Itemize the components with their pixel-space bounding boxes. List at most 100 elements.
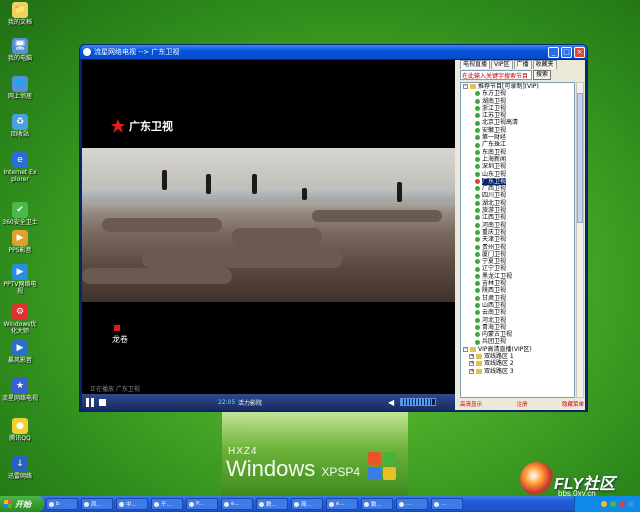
desktop-icon[interactable]: ✔ 360安全卫士	[2, 202, 38, 226]
tray-icon[interactable]	[628, 501, 634, 507]
register-link[interactable]: 注册	[516, 400, 527, 409]
volume-slider[interactable]	[400, 398, 436, 406]
desktop-icon[interactable]: ▶ PPTV网络电视	[2, 264, 38, 295]
maximize-button[interactable]: □	[561, 46, 572, 58]
taskbar-button[interactable]: e...	[326, 498, 358, 510]
channel-group[interactable]: + 双线路区 2	[461, 360, 574, 367]
desktop-icon[interactable]: ★ 流星网络电视	[2, 378, 38, 402]
taskbar-button[interactable]: 风...	[81, 498, 113, 510]
scrollbar-thumb[interactable]	[577, 93, 583, 223]
taskbar-button[interactable]: b	[46, 498, 78, 510]
tree-toggle-icon[interactable]: +	[469, 354, 474, 360]
channel-group[interactable]: - 推荐节目[可录制](VIP)	[461, 83, 574, 90]
panel-tab[interactable]: 收藏夹	[532, 60, 557, 69]
channel-item[interactable]: 湖南卫视	[461, 98, 574, 105]
channel-item[interactable]: 东方卫视	[461, 90, 574, 97]
desktop-icon[interactable]: ⚙ Windows优化大师	[2, 304, 38, 335]
taskbar-button[interactable]: 中...	[116, 498, 148, 510]
taskbar-button[interactable]: 数...	[256, 498, 288, 510]
channel-item[interactable]: 上海新闻	[461, 156, 574, 163]
taskbar-button[interactable]: 数...	[361, 498, 393, 510]
channel-item[interactable]: 重庆卫视	[461, 229, 574, 236]
channel-item[interactable]: 兵团卫视	[461, 338, 574, 345]
channel-item[interactable]: 深圳卫视	[461, 163, 574, 170]
tree-toggle-icon[interactable]: -	[463, 84, 468, 90]
channel-search-input[interactable]	[460, 70, 532, 80]
channel-item[interactable]: 广东珠江	[461, 141, 574, 148]
channel-group[interactable]: - VIP高清直播(VIP区)	[461, 346, 574, 353]
channel-tree-scrollbar[interactable]	[576, 82, 584, 398]
channel-item[interactable]: 云南卫视	[461, 309, 574, 316]
video-area[interactable]: 广东卫视 龙卷 正在播放 广东卫视	[82, 60, 455, 394]
minimize-button[interactable]: _	[548, 46, 559, 58]
desktop-app-icon: ★	[12, 378, 28, 394]
taskbar-button[interactable]: 简...	[291, 498, 323, 510]
desktop-icon[interactable]: 📁 我的文档	[2, 2, 38, 26]
desktop-icon[interactable]: e Internet Explorer	[2, 152, 38, 183]
taskbar-button[interactable]: e...	[221, 498, 253, 510]
channel-icon	[475, 295, 480, 301]
panel-tab[interactable]: 电视直播	[460, 60, 491, 69]
taskbar-button[interactable]: 千...	[151, 498, 183, 510]
desktop-icon[interactable]: ● 腾讯QQ	[2, 418, 38, 442]
channel-item[interactable]: 山西卫视	[461, 302, 574, 309]
channel-item[interactable]: 河南卫视	[461, 222, 574, 229]
tree-toggle-icon[interactable]: +	[469, 361, 474, 367]
channel-item[interactable]: 吉林卫视	[461, 280, 574, 287]
panel-tab[interactable]: 广播	[513, 60, 532, 69]
desktop-icon[interactable]: 🖥 我的电脑	[2, 38, 38, 62]
channel-group[interactable]: + 双线路区 3	[461, 368, 574, 375]
hide-menu-link[interactable]: 隐藏菜单	[562, 400, 584, 409]
channel-item[interactable]: 北京卫视高清	[461, 119, 574, 126]
channel-item[interactable]: 广西卫视	[461, 185, 574, 192]
tray-icon[interactable]	[610, 501, 616, 507]
hd-display-link[interactable]: 高清显示	[460, 400, 482, 409]
channel-item[interactable]: 宁夏卫视	[461, 258, 574, 265]
desktop-icon-label: 我的电脑	[7, 55, 32, 62]
channel-item[interactable]: 陕西卫视	[461, 287, 574, 294]
start-button[interactable]: 开始	[0, 496, 44, 512]
close-button[interactable]: ×	[574, 46, 585, 58]
channel-item[interactable]: 河北卫视	[461, 317, 574, 324]
taskbar-button[interactable]: ...	[431, 498, 463, 510]
search-button[interactable]: 搜索	[533, 70, 552, 80]
channel-item[interactable]: 内蒙古卫视	[461, 331, 574, 338]
channel-item[interactable]: 江西卫视	[461, 214, 574, 221]
channel-item[interactable]: 安徽卫视	[461, 127, 574, 134]
desktop-icon[interactable]: ♻ 回收站	[2, 114, 38, 138]
desktop-icon[interactable]: ▶ PPS影音	[2, 230, 38, 254]
channel-item[interactable]: 天津卫视	[461, 236, 574, 243]
tree-toggle-icon[interactable]: +	[469, 368, 474, 374]
taskbar-button[interactable]: P...	[186, 498, 218, 510]
desktop-icon-label: 迅雷网络	[7, 473, 32, 480]
channel-item[interactable]: 旅游卫视	[461, 207, 574, 214]
window-titlebar[interactable]: 流星网络电视 --> 广东卫视 _ □ ×	[80, 45, 587, 59]
desktop-icon[interactable]: ▶ 暴风影音	[2, 340, 38, 364]
volume-icon[interactable]: ◀	[388, 398, 394, 407]
pause-button[interactable]	[86, 397, 95, 407]
channel-item[interactable]: 山东卫视	[461, 171, 574, 178]
channel-item[interactable]: 浙江卫视	[461, 105, 574, 112]
channel-item[interactable]: 四川卫视	[461, 192, 574, 199]
channel-item[interactable]: 广东卫视	[461, 177, 574, 186]
tray-icon[interactable]	[601, 501, 607, 507]
channel-item[interactable]: 厦门卫视	[461, 251, 574, 258]
channel-item[interactable]: 青海卫视	[461, 324, 574, 331]
channel-item[interactable]: 辽宁卫视	[461, 265, 574, 272]
channel-item[interactable]: 甘肃卫视	[461, 295, 574, 302]
tree-toggle-icon[interactable]: -	[463, 346, 468, 352]
channel-item[interactable]: 湖北卫视	[461, 200, 574, 207]
channel-item[interactable]: 贵州卫视	[461, 244, 574, 251]
desktop-icon[interactable]: 🌐 网上邻居	[2, 76, 38, 100]
taskbar-button[interactable]: ...	[396, 498, 428, 510]
panel-tab[interactable]: VIP区	[491, 60, 513, 69]
channel-item[interactable]: 东南卫视	[461, 149, 574, 156]
channel-group[interactable]: + 双线路区 1	[461, 353, 574, 360]
tree-label: 双线路区 2	[484, 360, 514, 368]
stop-button[interactable]	[99, 398, 106, 406]
channel-item[interactable]: 第一财经	[461, 134, 574, 141]
tree-label: 广东珠江	[482, 141, 507, 149]
tray-icon[interactable]	[619, 501, 625, 507]
desktop-icon[interactable]: ↓ 迅雷网络	[2, 456, 38, 480]
channel-item[interactable]: 黑龙江卫视	[461, 273, 574, 280]
